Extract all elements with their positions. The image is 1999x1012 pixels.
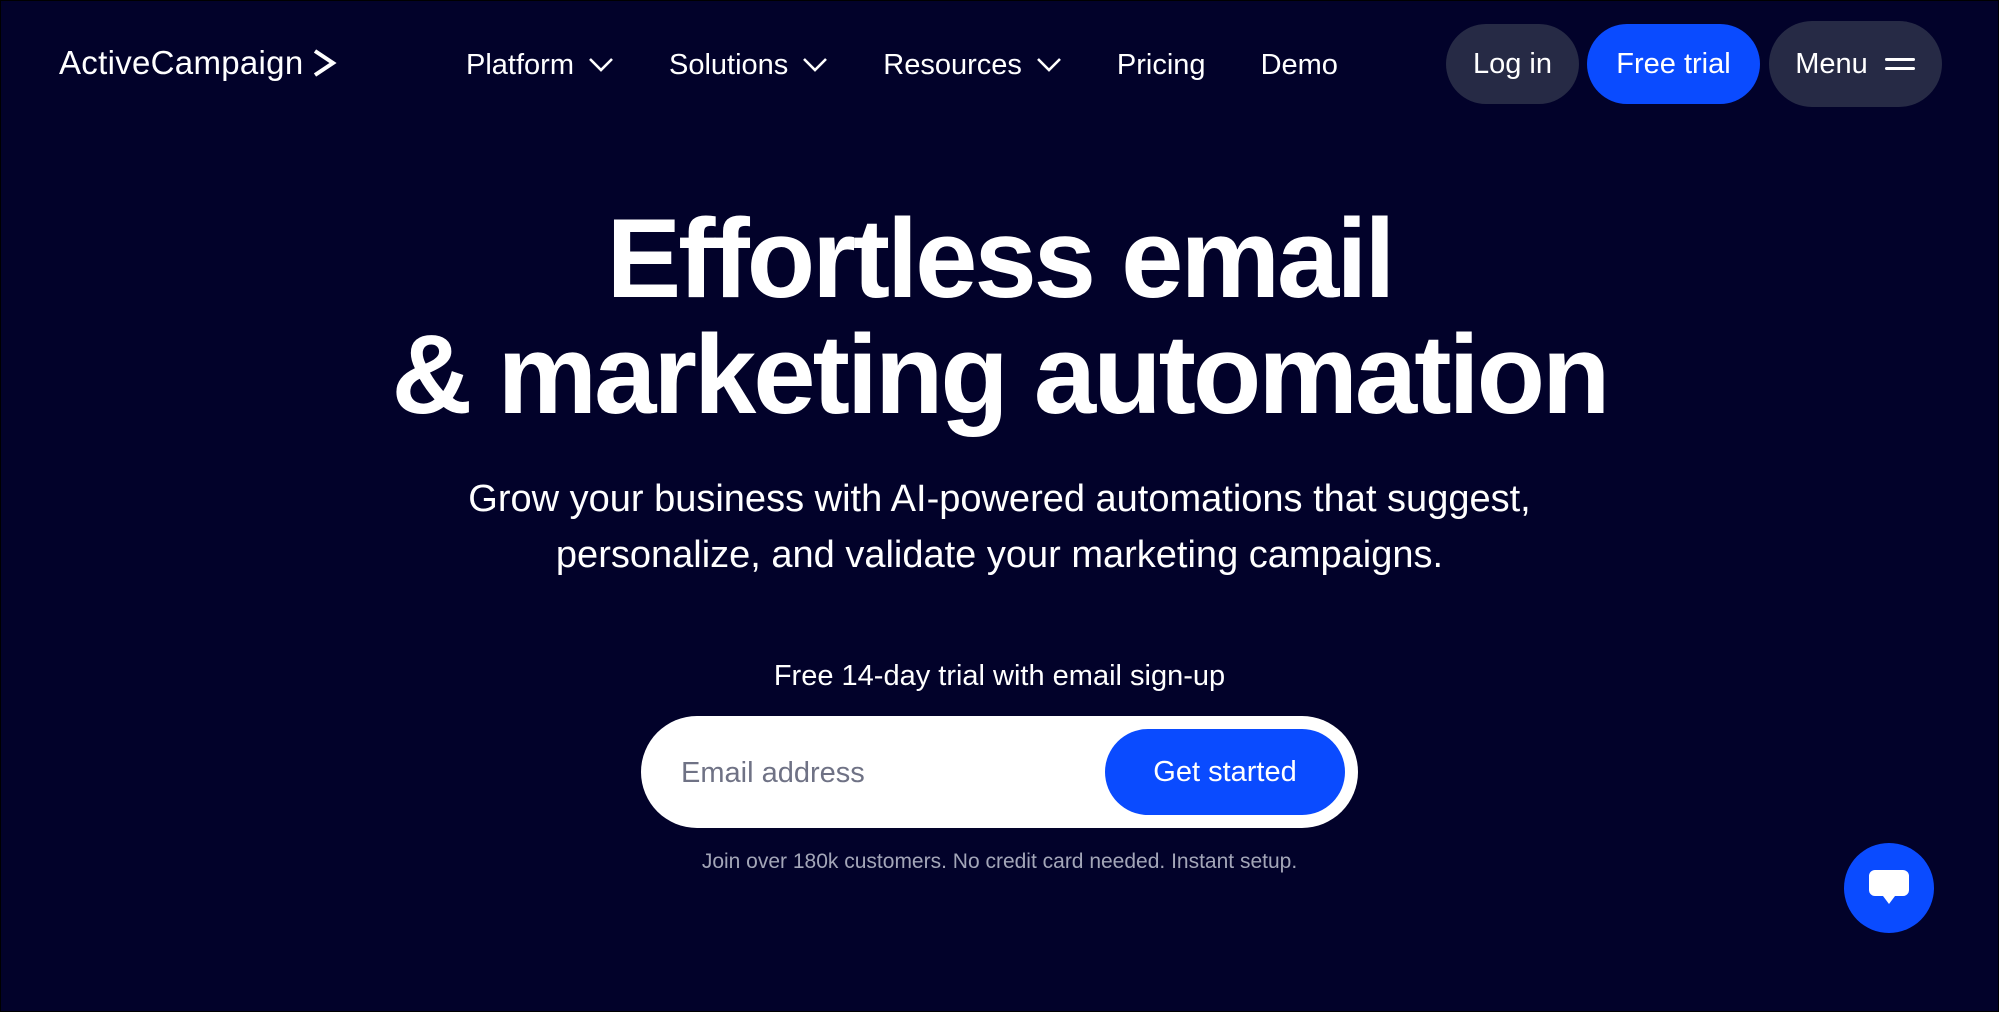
page: ActiveCampaign Platform Solutions Resour… (1, 1, 1998, 1011)
logo[interactable]: ActiveCampaign (59, 41, 338, 85)
nav-item-label: Demo (1260, 48, 1338, 81)
hero-subhead-line2: personalize, and validate your marketing… (555, 534, 1444, 576)
hero-headline-line2: & marketing automation (391, 312, 1611, 437)
nav-item-platform[interactable]: Platform (466, 39, 614, 91)
free-trial-button-label: Free trial (1616, 47, 1731, 80)
logo-text: ActiveCampaign (59, 44, 304, 81)
hero-subhead: Grow your business with AI-powered autom… (1, 471, 1998, 583)
nav-item-label: Platform (466, 48, 574, 81)
nav-item-resources[interactable]: Resources (883, 39, 1062, 91)
hero-subhead-line1: Grow your business with AI-powered autom… (468, 478, 1531, 520)
trial-label: Free 14-day trial with email sign-up (773, 660, 1226, 692)
free-trial-button[interactable]: Free trial (1587, 24, 1760, 104)
nav-item-solutions[interactable]: Solutions (669, 39, 828, 91)
get-started-button[interactable]: Get started (1105, 729, 1345, 815)
browser-frame: ActiveCampaign Platform Solutions Resour… (0, 0, 1999, 1012)
fineprint: Join over 180k customers. No credit card… (701, 850, 1298, 873)
chevron-down-icon (589, 58, 613, 72)
chat-widget-button[interactable] (1844, 843, 1934, 933)
menu-button-label: Menu (1795, 47, 1868, 80)
nav-item-demo[interactable]: Demo (1261, 39, 1338, 91)
login-button-label: Log in (1472, 47, 1552, 80)
menu-button[interactable]: Menu (1769, 21, 1942, 107)
signup-form: Get started (641, 716, 1358, 828)
hamburger-icon (1884, 58, 1915, 70)
chat-bubble-icon (1869, 870, 1909, 904)
nav-item-pricing[interactable]: Pricing (1117, 39, 1206, 91)
nav-item-label: Resources (883, 48, 1022, 81)
chevron-down-icon (803, 58, 828, 72)
login-button[interactable]: Log in (1446, 24, 1579, 104)
chevron-down-icon (1037, 58, 1061, 72)
email-input[interactable] (679, 746, 1083, 800)
hero-headline: Effortless email & marketing automation (1, 201, 1998, 433)
logo-chevron-icon (314, 49, 338, 77)
get-started-button-label: Get started (1153, 755, 1297, 788)
hero-headline-line1: Effortless email (606, 196, 1395, 321)
main-nav: Platform Solutions Resources Pricing Dem… (466, 39, 1393, 91)
nav-item-label: Pricing (1116, 48, 1206, 81)
nav-item-label: Solutions (668, 48, 789, 81)
